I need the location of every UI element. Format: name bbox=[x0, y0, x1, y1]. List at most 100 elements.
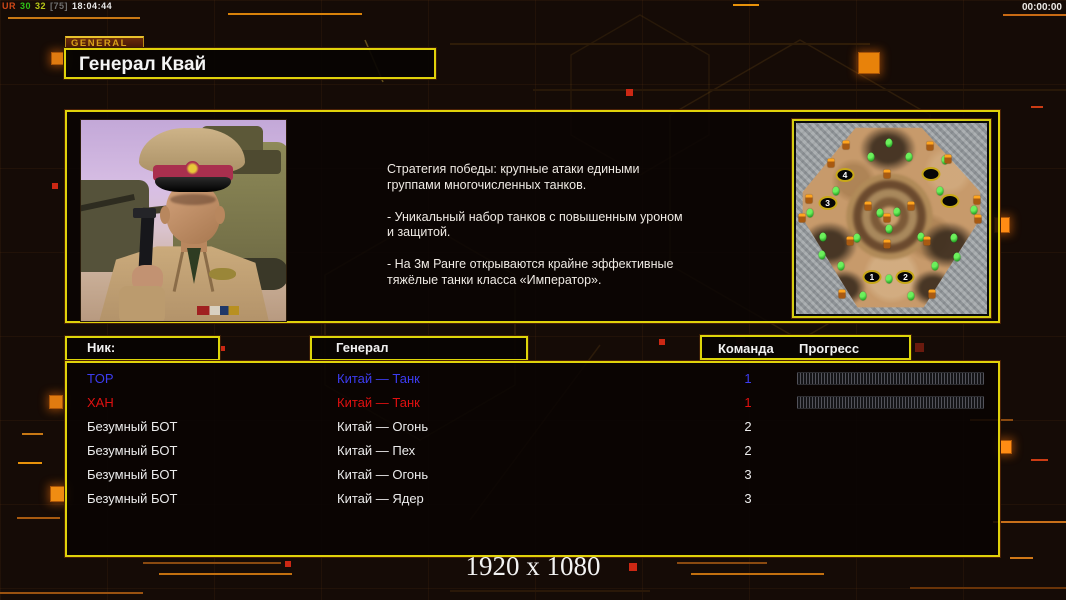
cap-emblem bbox=[185, 161, 200, 176]
supply-marker bbox=[905, 152, 913, 162]
decor-line bbox=[18, 462, 42, 464]
supply-marker bbox=[953, 252, 961, 262]
decor-line bbox=[910, 587, 1066, 589]
player-nick: Безумный БОТ bbox=[87, 467, 178, 482]
hud-stat: 32 bbox=[35, 1, 47, 11]
decor-square bbox=[49, 395, 63, 409]
supply-marker bbox=[907, 291, 915, 301]
players-table: TOP Китай — Танк 1 ХАН Китай — Танк 1 Безумный… bbox=[65, 361, 1000, 557]
column-header-general: Генерал bbox=[310, 336, 528, 361]
map-markers: 4 3 12 bbox=[797, 124, 986, 313]
decor-line bbox=[450, 590, 650, 592]
resolution-label: 1920 x 1080 bbox=[465, 551, 601, 581]
oil-derrick-marker bbox=[923, 236, 931, 246]
hud-stat: [75] bbox=[50, 1, 69, 11]
player-row[interactable]: Безумный БОТ Китай — Пех 2 bbox=[67, 439, 998, 463]
supply-marker bbox=[819, 232, 827, 242]
decor-square bbox=[52, 183, 58, 189]
start-position-marker: 2 bbox=[895, 270, 915, 285]
decor-line bbox=[1031, 459, 1048, 461]
oil-derrick-marker bbox=[846, 236, 854, 246]
start-position-marker: 1 bbox=[862, 270, 882, 285]
oil-derrick-marker bbox=[973, 195, 981, 205]
decor-square bbox=[51, 52, 64, 65]
supply-marker bbox=[950, 233, 958, 243]
hud-stat: UR bbox=[2, 1, 16, 11]
decor-line bbox=[0, 592, 143, 594]
player-nick: Безумный БОТ bbox=[87, 491, 178, 506]
player-nick: Безумный БОТ bbox=[87, 419, 178, 434]
oil-derrick-marker bbox=[838, 289, 846, 299]
player-row[interactable]: Безумный БОТ Китай — Огонь 2 bbox=[67, 415, 998, 439]
oil-derrick-marker bbox=[883, 213, 891, 223]
player-row[interactable]: TOP Китай — Танк 1 bbox=[67, 367, 998, 391]
medal-ribbons bbox=[197, 306, 239, 315]
performance-overlay: UR 30 32 [75] 18:04:44 bbox=[2, 1, 116, 11]
player-row[interactable]: ХАН Китай — Танк 1 bbox=[67, 391, 998, 415]
description-paragraph: - Уникальный набор танков с повышенным у… bbox=[387, 209, 683, 240]
map-preview: 4 3 12 bbox=[792, 119, 991, 318]
decor-line bbox=[533, 89, 1066, 91]
player-general: Китай — Танк bbox=[337, 395, 420, 410]
column-header-team: Команда bbox=[718, 341, 774, 356]
start-position-marker: 4 bbox=[835, 168, 855, 183]
decor-line bbox=[17, 517, 60, 519]
oil-derrick-marker bbox=[827, 158, 835, 168]
player-row[interactable]: Безумный БОТ Китай — Ядер 3 bbox=[67, 487, 998, 511]
oil-derrick-marker bbox=[883, 239, 891, 249]
player-general: Китай — Огонь bbox=[337, 419, 429, 434]
player-team: 1 bbox=[744, 395, 752, 410]
supply-marker bbox=[931, 261, 939, 271]
general-face bbox=[166, 183, 220, 244]
start-position-marker bbox=[921, 167, 941, 182]
supply-marker bbox=[818, 250, 826, 260]
general-portrait bbox=[80, 119, 287, 322]
oil-derrick-marker bbox=[842, 140, 850, 150]
column-header-nick: Ник: bbox=[65, 336, 220, 361]
game-clock: 00:00:00 bbox=[1021, 2, 1062, 13]
player-team: 3 bbox=[744, 467, 752, 482]
start-position-marker: 3 bbox=[818, 195, 838, 210]
decor-line bbox=[450, 43, 870, 45]
decor-square bbox=[220, 346, 225, 351]
decor-line bbox=[22, 433, 43, 435]
supply-marker bbox=[970, 205, 978, 215]
player-team: 1 bbox=[744, 371, 752, 386]
general-title: Генерал Квай bbox=[64, 48, 436, 79]
decor-square bbox=[858, 52, 880, 74]
supply-marker bbox=[885, 274, 893, 284]
player-team: 2 bbox=[744, 419, 752, 434]
supply-marker bbox=[867, 152, 875, 162]
player-row[interactable]: Безумный БОТ Китай — Огонь 3 bbox=[67, 463, 998, 487]
supply-marker bbox=[853, 233, 861, 243]
supply-marker bbox=[832, 186, 840, 196]
supply-marker bbox=[876, 208, 884, 218]
player-general: Китай — Огонь bbox=[337, 467, 429, 482]
decor-square bbox=[998, 440, 1012, 454]
decor-square bbox=[626, 89, 633, 96]
decor-line bbox=[1031, 106, 1043, 108]
decor-line bbox=[1003, 14, 1066, 16]
oil-derrick-marker bbox=[805, 194, 813, 204]
player-progress-bar bbox=[797, 396, 984, 409]
hud-stat: 18:04:44 bbox=[72, 1, 113, 11]
oil-derrick-marker bbox=[864, 201, 872, 211]
supply-marker bbox=[885, 138, 893, 148]
oil-derrick-marker bbox=[928, 289, 936, 299]
supply-marker bbox=[859, 291, 867, 301]
decor-line bbox=[733, 4, 759, 6]
description-paragraph: - На 3м Ранге открываются крайне эффекти… bbox=[387, 257, 674, 287]
player-nick: TOP bbox=[87, 371, 114, 386]
general-info-panel: Стратегия победы: крупные атаки едиными … bbox=[65, 110, 1000, 323]
decor-square bbox=[915, 343, 924, 352]
oil-derrick-marker bbox=[883, 169, 891, 179]
column-header-team-progress: Команда Прогресс bbox=[700, 335, 911, 360]
oil-derrick-marker bbox=[974, 214, 982, 224]
supply-marker bbox=[837, 261, 845, 271]
decor-square bbox=[659, 339, 665, 345]
start-position-marker bbox=[940, 193, 960, 208]
player-team: 2 bbox=[744, 443, 752, 458]
player-general: Китай — Ядер bbox=[337, 491, 424, 506]
decor-line bbox=[228, 13, 362, 15]
hud-stat: 30 bbox=[20, 1, 32, 11]
